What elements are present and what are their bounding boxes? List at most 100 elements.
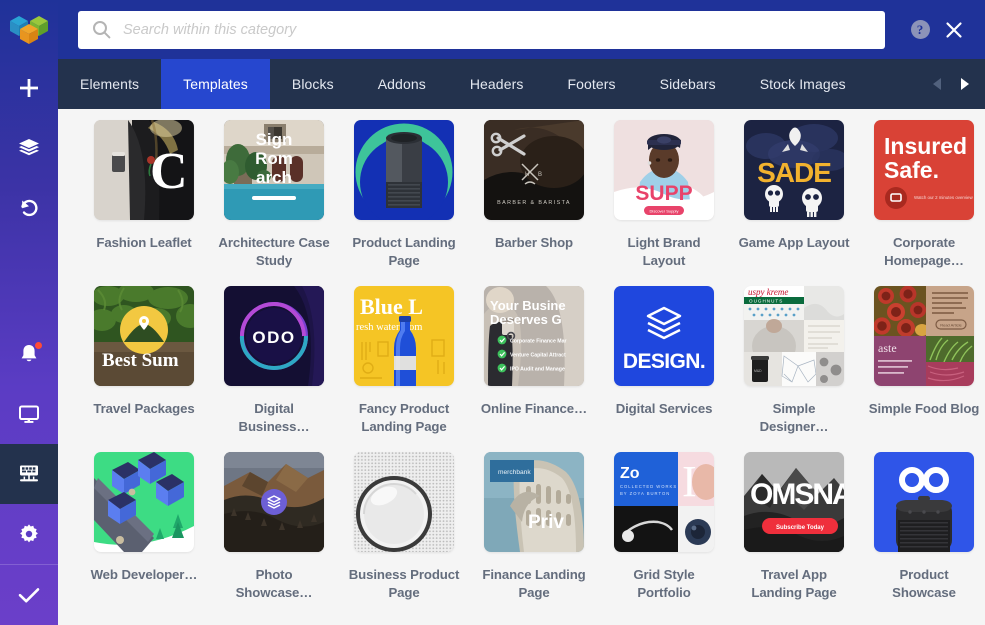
template-card[interactable]: Zo COLLECTED WORKS BY ZOYA BURTON I (599, 452, 729, 602)
svg-text:B: B (538, 172, 542, 178)
template-card-title: Finance Landing Page (478, 566, 590, 602)
template-card[interactable]: H B BARBER & BARISTA Barber Shop (469, 120, 599, 270)
tab-stock-images[interactable]: Stock Images (738, 59, 868, 109)
web-developer-thumb (94, 452, 194, 552)
template-card-title: Fancy Product Landing Page (348, 400, 460, 436)
tab-footers[interactable]: Footers (545, 59, 637, 109)
digital-business-thumb: ODO (224, 286, 324, 386)
tab-headers[interactable]: Headers (448, 59, 546, 109)
tab-templates[interactable]: Templates (161, 59, 270, 109)
svg-text:Zo: Zo (620, 465, 640, 482)
help-circle-icon: ? (911, 20, 930, 39)
fashion-leaflet-thumb: C (94, 120, 194, 220)
template-card[interactable]: Photo Showcase… (209, 452, 339, 602)
template-card[interactable]: ODO Digital Business… (209, 286, 339, 436)
library-icon (17, 463, 41, 485)
template-card[interactable]: Product Landing Page (339, 120, 469, 270)
sidebar-item-settings[interactable] (0, 504, 58, 564)
grid-style-portfolio-thumb: Zo COLLECTED WORKS BY ZOYA BURTON I (614, 452, 714, 552)
digital-services-thumb: DESIGN. (614, 286, 714, 386)
template-library-modal: ? Elements Templates Blocks Addons Heade… (0, 0, 985, 625)
search-icon (92, 20, 111, 39)
chevron-right-icon[interactable] (956, 76, 972, 92)
tab-sidebars[interactable]: Sidebars (638, 59, 738, 109)
template-card[interactable]: Web Developer… (79, 452, 209, 602)
template-card-title: Architecture Case Study (218, 234, 330, 270)
template-card[interactable]: OMSNA Subscribe Today Travel App Landing… (729, 452, 859, 602)
template-card[interactable]: Insured Safe. Watch our 2 minutes overvi… (859, 120, 985, 270)
sidebar-item-add-element[interactable] (0, 58, 58, 118)
search-bar[interactable] (78, 11, 885, 49)
barber-shop-thumb: H B BARBER & BARISTA (484, 120, 584, 220)
template-card[interactable]: Product Showcase (859, 452, 985, 602)
tab-elements[interactable]: Elements (58, 59, 161, 109)
template-card-title: Digital Business… (218, 400, 330, 436)
template-grid-scroll[interactable]: C Fashion Leaflet (58, 109, 985, 625)
tab-addons[interactable]: Addons (356, 59, 448, 109)
travel-packages-thumb: Best Sum (94, 286, 194, 386)
template-card[interactable]: Your Busine Deserves G Corporate Finance… (469, 286, 599, 436)
template-card[interactable]: Business Product Page (339, 452, 469, 602)
sidebar-item-responsive-preview[interactable] (0, 384, 58, 444)
svg-text:Priv: Priv (528, 512, 564, 533)
svg-text:SUPP: SUPP (635, 182, 692, 205)
svg-text:uspy kreme: uspy kreme (748, 287, 788, 297)
finance-landing-page-thumb: merchbank Priv (484, 452, 584, 552)
template-card-title: Product Showcase (868, 566, 980, 602)
svg-text:Rom: Rom (255, 149, 293, 168)
template-card[interactable]: C Fashion Leaflet (79, 120, 209, 270)
template-card[interactable]: Blue L resh water from (339, 286, 469, 436)
tab-blocks[interactable]: Blocks (270, 59, 356, 109)
layers-icon (18, 138, 40, 158)
help-button[interactable]: ? (903, 13, 937, 47)
svg-text:Deserves G: Deserves G (490, 312, 562, 327)
chevron-left-icon[interactable] (930, 76, 946, 92)
template-grid: C Fashion Leaflet (58, 120, 985, 618)
business-product-page-thumb (354, 452, 454, 552)
template-card-title: Travel App Landing Page (738, 566, 850, 602)
svg-text:DESIGN.: DESIGN. (623, 350, 705, 373)
template-card-title: Business Product Page (348, 566, 460, 602)
svg-text:C: C (150, 143, 188, 200)
template-card-title: Grid Style Portfolio (608, 566, 720, 602)
photo-showcase-thumb (224, 452, 324, 552)
svg-text:Corporate Finance Mar: Corporate Finance Mar (510, 339, 567, 345)
check-icon (17, 585, 41, 605)
product-landing-page-thumb (354, 120, 454, 220)
template-card[interactable]: Best Sum Travel Packages (79, 286, 209, 436)
sidebar-item-layers[interactable] (0, 118, 58, 178)
svg-text:BY ZOYA BURTON: BY ZOYA BURTON (620, 491, 670, 496)
template-card[interactable]: Sign Rom arch Architecture Case Study (209, 120, 339, 270)
template-card-title: Game App Layout (738, 234, 850, 270)
template-card-title: Photo Showcase… (218, 566, 330, 602)
online-finance-thumb: Your Busine Deserves G Corporate Finance… (484, 286, 584, 386)
template-card[interactable]: SUPP Discover Supply Light Brand Layout (599, 120, 729, 270)
svg-text:ODO: ODO (252, 328, 295, 347)
svg-text:M&D: M&D (754, 369, 762, 373)
game-app-layout-thumb: SADE (744, 120, 844, 220)
app-logo[interactable] (0, 0, 58, 58)
template-card-title: Product Landing Page (348, 234, 460, 270)
svg-text:resh water from: resh water from (356, 322, 422, 333)
editor-sidebar (0, 0, 58, 625)
svg-text:COLLECTED WORKS: COLLECTED WORKS (620, 484, 677, 489)
template-card[interactable]: merchbank Priv Finance Landing Page (469, 452, 599, 602)
template-card[interactable]: DESIGN. Digital Services (599, 286, 729, 436)
close-button[interactable] (937, 13, 971, 47)
template-card[interactable]: uspy kreme OUGHNUTS (729, 286, 859, 436)
sidebar-item-notifications[interactable] (0, 324, 58, 384)
search-input[interactable] (123, 13, 871, 47)
svg-text:Watch our 2 minutes overview c: Watch our 2 minutes overview clip (914, 195, 974, 200)
template-card[interactable]: Read Article aste (859, 286, 985, 436)
sidebar-item-publish[interactable] (0, 565, 58, 625)
undo-icon (18, 197, 40, 219)
sidebar-item-history[interactable] (0, 178, 58, 238)
svg-text:IPO Audit and Manage: IPO Audit and Manage (510, 367, 565, 373)
svg-text:H: H (525, 172, 529, 178)
sidebar-item-template-library[interactable] (0, 444, 58, 504)
library-header: ? (58, 0, 985, 59)
template-card-title: Fashion Leaflet (88, 234, 200, 270)
svg-text:arch: arch (256, 168, 292, 187)
corporate-homepage-thumb: Insured Safe. Watch our 2 minutes overvi… (874, 120, 974, 220)
template-card[interactable]: SADE (729, 120, 859, 270)
